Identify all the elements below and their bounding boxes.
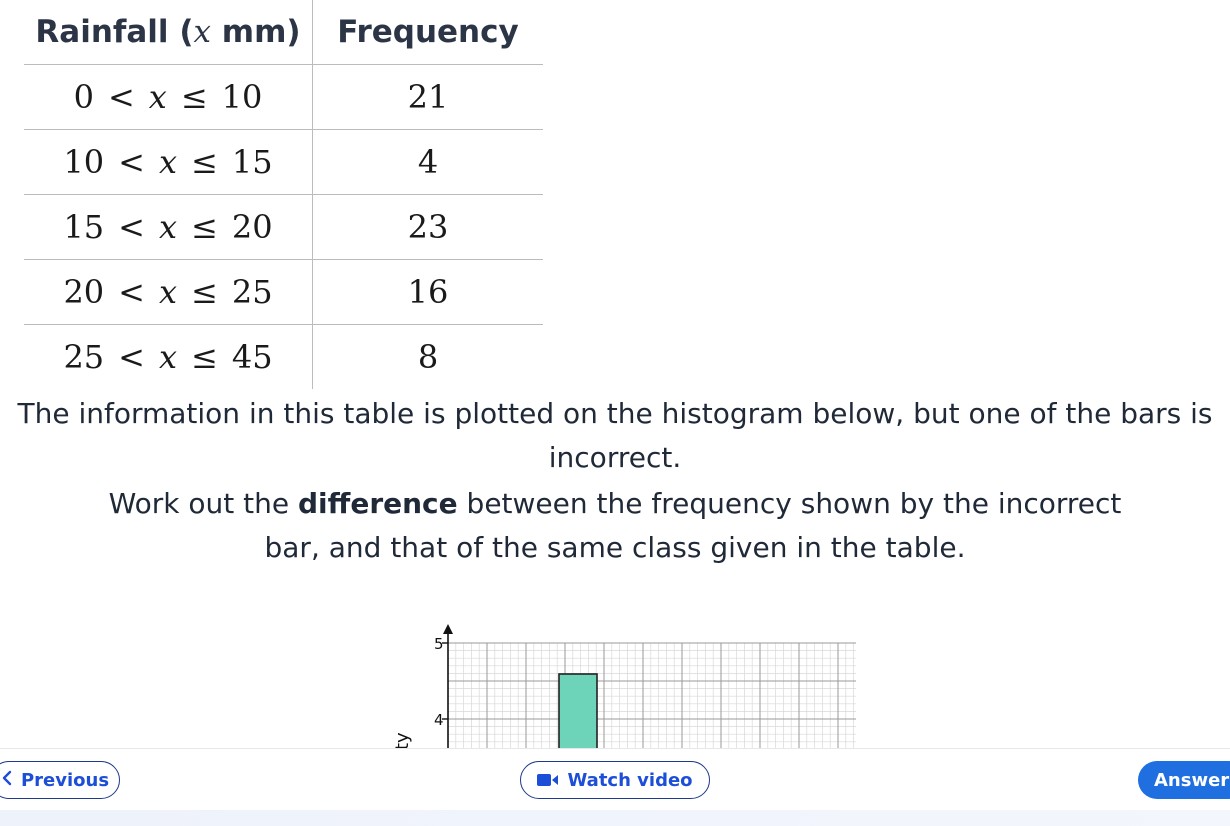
y-axis-arrow [443,624,453,634]
table-row: 25 < x ≤45 8 [24,324,543,389]
rainfall-class-cell: 20 < x ≤25 [24,259,313,325]
bottom-nav: Previous Watch video Answer [0,748,1230,826]
table-row: 0 < x ≤10 21 [24,64,543,130]
previous-button[interactable]: Previous [0,761,120,799]
histogram-bar [558,673,598,750]
table-row: 10 < x ≤15 4 [24,129,543,195]
question-line-1: The information in this table is plotted… [17,397,1213,474]
answer-button[interactable]: Answer [1138,761,1230,799]
question-line-2: Work out the difference between the freq… [108,487,1122,564]
frequency-cell: 23 [312,194,543,260]
table-header-row: Rainfall (x mm) Frequency [24,0,543,65]
previous-label: Previous [20,769,110,791]
y-tick-5: 5 [434,635,444,653]
rainfall-class-cell: 15 < x ≤20 [24,194,313,260]
header-rainfall: Rainfall (x mm) [24,0,313,65]
y-tick-4: 4 [434,711,444,729]
rainfall-class-cell: 0 < x ≤10 [24,64,313,130]
footer-strip [0,810,1230,826]
emphasis-difference: difference [298,487,458,520]
table-row: 20 < x ≤25 16 [24,259,543,325]
histogram: 5 4 ty [392,624,856,750]
watch-video-label: Watch video [567,769,693,791]
frequency-table: Rainfall (x mm) Frequency 0 < x ≤10 21 10 < x ≤1… [24,0,543,389]
frequency-cell: 21 [312,64,543,130]
video-camera-icon [537,773,559,787]
frequency-cell: 8 [417,338,439,376]
watch-video-button[interactable]: Watch video [520,761,710,799]
header-frequency: Frequency [312,0,543,65]
frequency-cell: 4 [312,129,543,195]
frequency-cell: 16 [312,259,543,325]
rainfall-class-cell: 10 < x ≤15 [24,129,313,195]
table-row: 15 < x ≤20 23 [24,194,543,260]
question-text: The information in this table is plotted… [0,392,1230,570]
rainfall-class-cell: 25 < x ≤45 [24,324,313,389]
minor-grid [447,642,856,750]
chevron-left-icon [1,770,13,791]
answer-label: Answer [1154,769,1230,791]
